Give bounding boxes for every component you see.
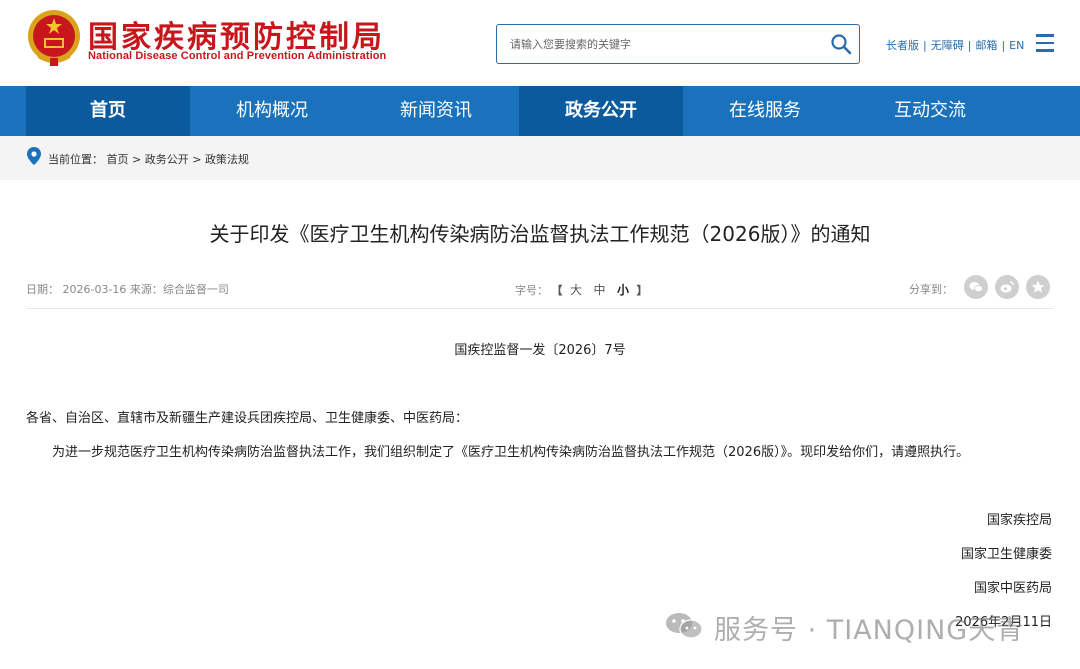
english-link[interactable]: EN bbox=[1009, 39, 1024, 52]
search-icon[interactable] bbox=[829, 32, 853, 56]
document-number: 国疾控监督一发〔2026〕7号 bbox=[454, 343, 626, 358]
weibo-share-button[interactable] bbox=[995, 275, 1019, 299]
wechat-watermark-icon bbox=[666, 613, 703, 639]
site-subtitle: National Disease Control and Prevention … bbox=[88, 50, 387, 62]
mailbox-link[interactable]: 邮箱 bbox=[975, 39, 997, 52]
breadcrumb-home[interactable]: 首页 bbox=[107, 153, 129, 166]
breadcrumb: 当前位置： 首页 > 政务公开 > 政策法规 bbox=[48, 151, 249, 167]
meta-divider bbox=[26, 308, 1054, 309]
breadcrumb-bar: 当前位置： 首页 > 政务公开 > 政策法规 bbox=[0, 136, 1080, 180]
site-header: 国家疾病预防控制局 National Disease Control and P… bbox=[0, 0, 1080, 86]
breadcrumb-separator: > bbox=[192, 153, 202, 166]
font-size-medium[interactable]: 中 bbox=[594, 283, 606, 297]
nav-news[interactable]: 新闻资讯 bbox=[354, 86, 518, 136]
share-label: 分享到： bbox=[909, 283, 953, 296]
favorite-share-button[interactable] bbox=[1026, 275, 1050, 299]
breadcrumb-label: 当前位置： bbox=[48, 153, 103, 166]
breadcrumb-policy[interactable]: 政策法规 bbox=[205, 153, 249, 166]
accessibility-link[interactable]: 无障碍 bbox=[931, 39, 964, 52]
hamburger-menu-icon[interactable] bbox=[1036, 34, 1054, 52]
signatory-1: 国家疾控局 bbox=[986, 513, 1052, 528]
search-box bbox=[496, 24, 860, 64]
wechat-icon bbox=[969, 282, 983, 293]
signatory-3: 国家中医药局 bbox=[973, 581, 1052, 596]
recipients: 各省、自治区、直辖市及新疆生产建设兵团疾控局、卫生健康委、中医药局： bbox=[26, 411, 469, 426]
font-size-label: 字号： bbox=[515, 284, 548, 297]
font-size-large[interactable]: 大 bbox=[570, 283, 582, 297]
font-size-small[interactable]: 小 bbox=[617, 283, 629, 297]
top-links: 长者版 | 无障碍 | 邮箱 | EN bbox=[886, 39, 1025, 52]
nav-about[interactable]: 机构概况 bbox=[190, 86, 354, 136]
search-input[interactable] bbox=[497, 25, 817, 63]
breadcrumb-government-affairs[interactable]: 政务公开 bbox=[145, 153, 189, 166]
body-paragraph: 为进一步规范医疗卫生机构传染病防治监督执法工作，我们组织制定了《医疗卫生机构传染… bbox=[52, 445, 970, 460]
nav-interaction[interactable]: 互动交流 bbox=[848, 86, 1012, 136]
signatory-2: 国家卫生健康委 bbox=[960, 547, 1052, 562]
article-title: 关于印发《医疗卫生机构传染病防治监督执法工作规范（2026版）》的通知 bbox=[209, 222, 871, 246]
breadcrumb-separator: > bbox=[132, 153, 142, 166]
bracket-right: 】 bbox=[636, 284, 648, 297]
font-size-control: 字号： 【 大 中 小 】 bbox=[515, 281, 648, 298]
main-nav: 首页 机构概况 新闻资讯 政务公开 在线服务 互动交流 bbox=[0, 86, 1080, 136]
national-emblem-icon[interactable] bbox=[26, 8, 82, 68]
nav-online-services[interactable]: 在线服务 bbox=[683, 86, 847, 136]
article-meta: 日期： 2026-03-16 来源：综合监督一司 bbox=[26, 283, 229, 296]
wechat-share-button[interactable] bbox=[964, 275, 988, 299]
nav-government-affairs[interactable]: 政务公开 bbox=[519, 86, 683, 136]
star-icon bbox=[1031, 280, 1045, 293]
location-pin-icon bbox=[27, 147, 41, 165]
elder-version-link[interactable]: 长者版 bbox=[886, 39, 919, 52]
bracket-left: 【 bbox=[551, 284, 563, 297]
weibo-icon bbox=[1000, 281, 1014, 293]
nav-home[interactable]: 首页 bbox=[26, 86, 190, 136]
watermark-text: 服务号 · TIANQING天青 bbox=[714, 615, 1025, 646]
